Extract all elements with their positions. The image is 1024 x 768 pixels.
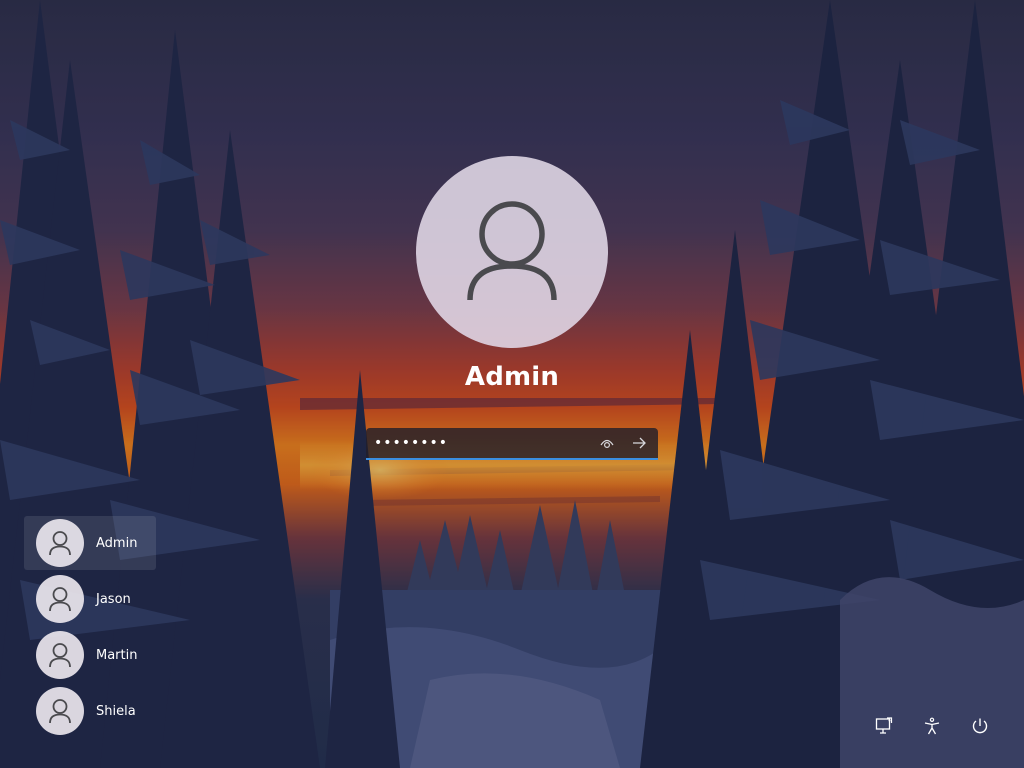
network-button[interactable] <box>868 710 900 742</box>
user-switcher-list: Admin Jason Martin Shiela <box>24 516 156 740</box>
avatar <box>36 519 84 567</box>
user-silhouette-icon <box>49 699 71 724</box>
network-icon <box>875 717 893 734</box>
user-item-label: Admin <box>96 535 138 551</box>
user-item-admin[interactable]: Admin <box>24 516 156 570</box>
user-item-label: Jason <box>96 591 131 607</box>
accessibility-button[interactable] <box>916 710 948 742</box>
avatar <box>36 687 84 735</box>
power-button[interactable] <box>964 710 996 742</box>
user-silhouette-icon <box>467 201 557 301</box>
user-item-jason[interactable]: Jason <box>24 572 156 626</box>
user-item-martin[interactable]: Martin <box>24 628 156 682</box>
password-input[interactable] <box>374 432 584 454</box>
user-silhouette-icon <box>49 531 71 556</box>
accessibility-icon <box>924 717 940 735</box>
selected-user-avatar <box>416 156 608 348</box>
user-item-label: Shiela <box>96 703 136 719</box>
selected-user-name: Admin <box>464 362 560 392</box>
user-item-label: Martin <box>96 647 138 663</box>
user-silhouette-icon <box>49 587 71 612</box>
eye-icon <box>600 439 614 449</box>
submit-password-button[interactable] <box>628 432 650 454</box>
user-item-shiela[interactable]: Shiela <box>24 684 156 738</box>
avatar <box>36 631 84 679</box>
power-icon <box>972 718 988 734</box>
avatar <box>36 575 84 623</box>
arrow-right-icon <box>633 437 646 449</box>
user-silhouette-icon <box>49 643 71 668</box>
reveal-password-button[interactable] <box>596 432 618 454</box>
password-field-container <box>366 428 658 460</box>
lock-screen: Admin Admin Jason Martin Shiela <box>0 0 1024 768</box>
system-buttons <box>866 710 996 742</box>
